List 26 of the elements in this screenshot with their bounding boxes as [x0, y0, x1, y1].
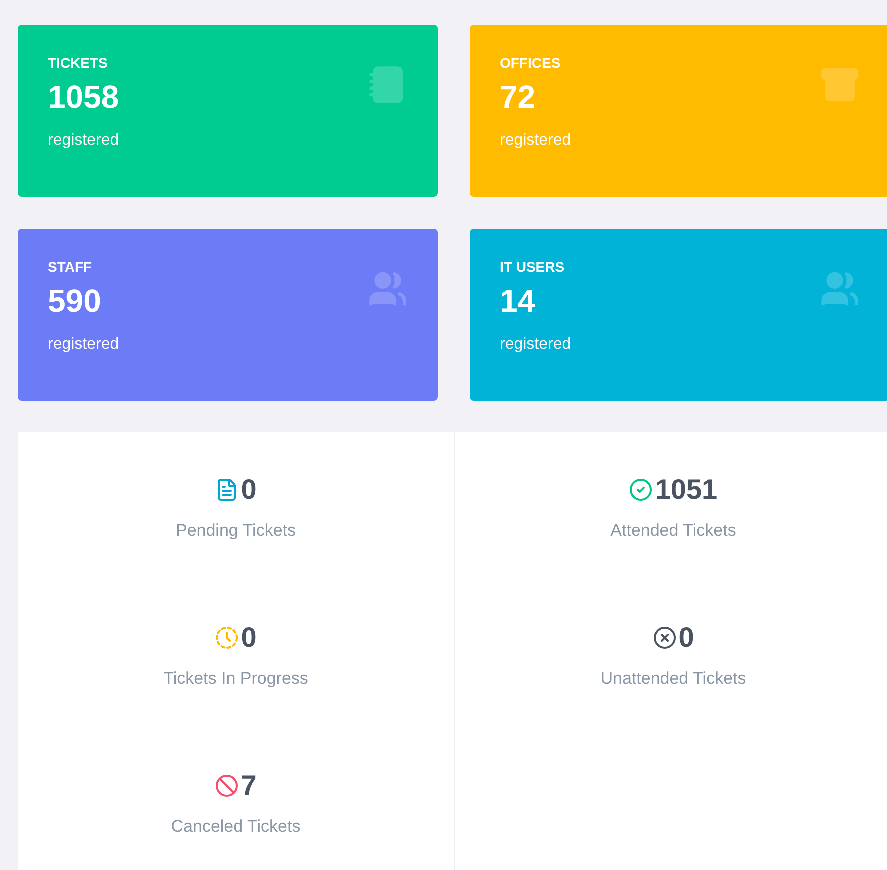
card-count: 590 [48, 282, 102, 321]
stat-value: 0 [241, 622, 257, 654]
stat-value: 0 [241, 474, 257, 506]
card-count: 72 [500, 78, 537, 117]
ban-icon [215, 774, 240, 798]
card-count: 14 [500, 282, 537, 321]
stat-label: Tickets In Progress [164, 668, 308, 690]
card-count: 1058 [48, 78, 120, 117]
card-caption: registered [48, 335, 120, 355]
card-title: OFFICES [500, 54, 562, 73]
clock-icon [215, 626, 240, 650]
stat-label: Unattended Tickets [600, 668, 746, 690]
card-caption: registered [500, 335, 572, 355]
card-title: TICKETS [48, 54, 109, 73]
stat-label: Canceled Tickets [171, 816, 301, 838]
card-caption: registered [48, 131, 120, 151]
stat-value: 7 [241, 770, 257, 802]
card-title: STAFF [48, 258, 94, 277]
stat-value: 1051 [655, 474, 718, 506]
stat-label: Attended Tickets [610, 520, 736, 542]
card-title: IT USERS [500, 258, 566, 277]
card-caption: registered [500, 131, 572, 151]
x-circle-icon [652, 626, 677, 650]
stat-label: Pending Tickets [176, 520, 296, 542]
stat-value: 0 [678, 622, 694, 654]
check-circle-icon [629, 478, 654, 502]
